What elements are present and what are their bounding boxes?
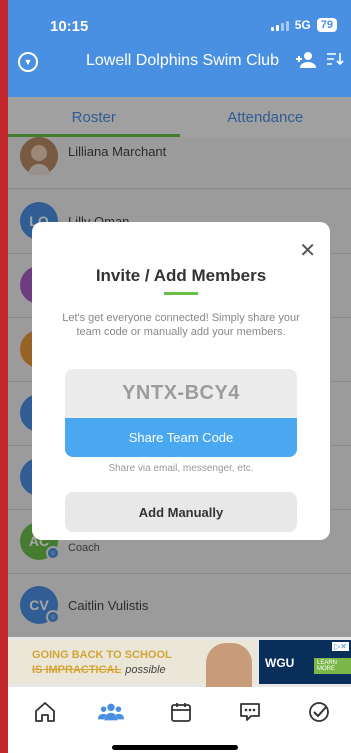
network-label: 5G [294, 18, 311, 32]
app-screen: 10:15 5G 79 ▼ Lowell Dolphins Swim Club … [8, 0, 351, 753]
invite-modal: ✕ Invite / Add Members Let's get everyon… [32, 222, 330, 540]
ad-script-text: possible [125, 664, 166, 676]
chevron-down-icon[interactable]: ▼ [18, 52, 38, 72]
sort-icon[interactable] [326, 51, 344, 71]
battery-icon: 79 [316, 18, 337, 32]
header-row: ▼ Lowell Dolphins Swim Club [8, 50, 351, 76]
status-time: 10:15 [50, 18, 89, 35]
home-indicator [112, 745, 238, 750]
chat-icon[interactable] [237, 699, 263, 725]
modal-description: Let's get everyone connected! Simply sha… [62, 312, 300, 338]
page-title: Lowell Dolphins Swim Club [86, 52, 279, 69]
ad-headline: GOING BACK TO SCHOOL [32, 649, 172, 661]
ad-brand: WGU [265, 656, 295, 670]
ad-person-image [206, 643, 252, 687]
bottom-nav [8, 687, 351, 753]
team-icon[interactable] [98, 699, 124, 725]
ad-close-icon[interactable]: ▷✕ [332, 642, 349, 651]
add-user-icon[interactable] [295, 51, 317, 74]
close-icon[interactable]: ✕ [299, 238, 316, 263]
modal-title: Invite / Add Members [95, 266, 267, 285]
calendar-icon[interactable] [168, 699, 194, 725]
title-underline [164, 292, 198, 295]
check-circle-icon[interactable] [306, 699, 332, 725]
signal-icon [270, 20, 289, 31]
status-indicators: 5G 79 [270, 18, 337, 32]
top-bar: 10:15 5G 79 ▼ Lowell Dolphins Swim Club [8, 0, 351, 97]
ad-cta[interactable]: LEARN MORE [314, 658, 351, 674]
share-team-code-button[interactable]: Share Team Code [65, 418, 297, 457]
ad-banner[interactable]: GOING BACK TO SCHOOL IS IMPRACTICAL possi… [8, 637, 351, 687]
add-manually-button[interactable]: Add Manually [65, 492, 297, 532]
ad-strike-text: IS IMPRACTICAL [32, 664, 122, 676]
home-icon[interactable] [32, 699, 58, 725]
ad-subline: IS IMPRACTICAL possible [32, 664, 166, 676]
ad-brand-panel[interactable]: WGU LEARN MORE ▷✕ [259, 640, 351, 684]
ad-creative[interactable]: GOING BACK TO SCHOOL IS IMPRACTICAL possi… [8, 640, 256, 687]
team-code: YNTX-BCY4 [65, 369, 297, 418]
share-hint: Share via email, messenger, etc. [108, 463, 254, 474]
